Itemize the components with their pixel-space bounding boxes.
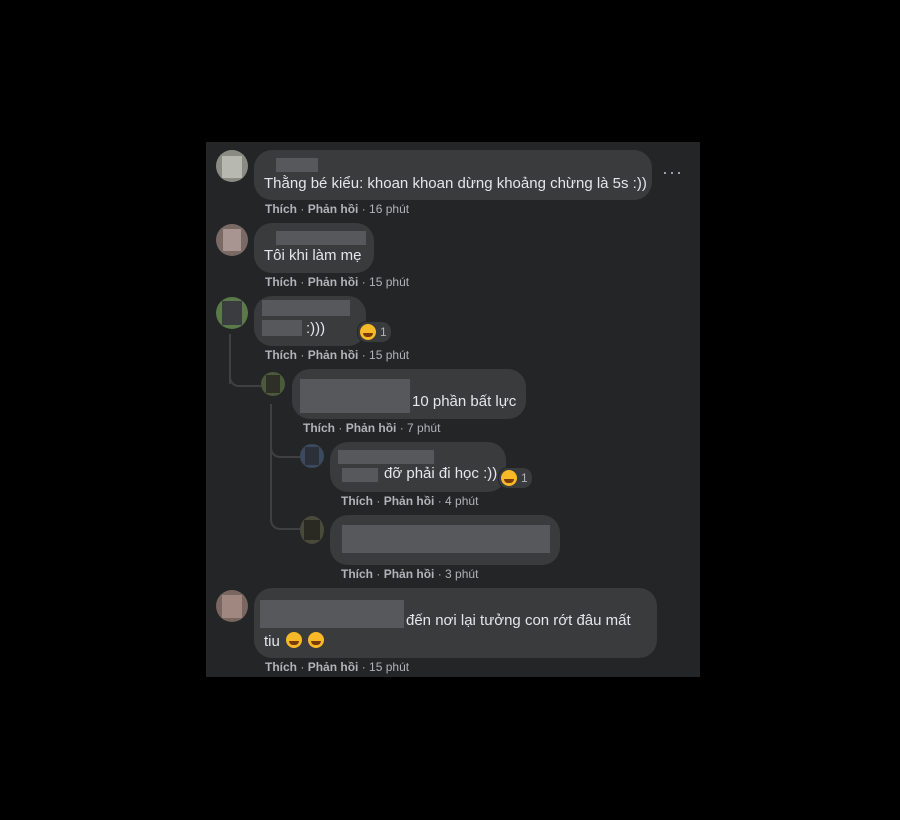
- reply-link[interactable]: Phản hồi: [384, 567, 435, 581]
- author-name-blurred[interactable]: [276, 231, 366, 245]
- like-link[interactable]: Thích: [341, 494, 373, 508]
- reaction-count: 1: [521, 471, 528, 485]
- reaction-badge[interactable]: 1: [357, 321, 392, 343]
- comment-bubble: đến nơi lại tưởng con rớt đâu mất tiu: [254, 588, 657, 658]
- comment-actions: Thích · Phản hồi · 15 phút: [265, 348, 410, 362]
- avatar[interactable]: [300, 516, 324, 544]
- comment-actions: Thích · Phản hồi · 3 phút: [341, 567, 479, 581]
- timestamp[interactable]: 15 phút: [369, 660, 409, 674]
- reaction-count: 1: [380, 325, 387, 339]
- reaction-badge[interactable]: 1: [498, 467, 533, 489]
- author-name-blurred[interactable]: [276, 158, 318, 172]
- comment-bubble: Thằng bé kiểu: khoan khoan dừng khoảng c…: [254, 150, 652, 200]
- timestamp[interactable]: 16 phút: [369, 202, 409, 216]
- comment-bubble: Tôi khi làm mẹ: [254, 223, 374, 273]
- comment-actions: Thích · Phản hồi · 16 phút: [265, 202, 410, 216]
- comment-text: Thằng bé kiểu: khoan khoan dừng khoảng c…: [264, 175, 647, 192]
- like-link[interactable]: Thích: [265, 202, 297, 216]
- like-link[interactable]: Thích: [265, 275, 297, 289]
- like-link[interactable]: Thích: [265, 348, 297, 362]
- author-name-blurred[interactable]: [262, 300, 350, 316]
- like-link[interactable]: Thích: [265, 660, 297, 674]
- comment-actions: Thích · Phản hồi · 15 phút: [265, 275, 410, 289]
- haha-reaction-icon: [501, 470, 517, 486]
- comment-text-line2: tiu: [264, 632, 325, 652]
- comment-bubble: đỡ phải đi học :)): [330, 442, 506, 492]
- avatar[interactable]: [216, 590, 248, 622]
- blurred-author-and-text[interactable]: [342, 525, 550, 553]
- comment-text: đỡ phải đi học :)): [384, 465, 498, 482]
- avatar[interactable]: [216, 297, 248, 329]
- thread-connector: [270, 506, 300, 530]
- reply-link[interactable]: Phản hồi: [308, 660, 359, 674]
- blurred-text: [262, 320, 302, 336]
- comment-bubble: [330, 515, 560, 565]
- comment-actions: Thích · Phản hồi · 4 phút: [341, 494, 479, 508]
- blurred-author-and-text[interactable]: [300, 379, 410, 413]
- reply-link[interactable]: Phản hồi: [308, 275, 359, 289]
- comment-text: 10 phần bất lực: [412, 393, 517, 410]
- comment-bubble: :))): [254, 296, 366, 346]
- avatar[interactable]: [300, 444, 324, 468]
- comment-actions: Thích · Phản hồi · 15 phút: [265, 660, 410, 674]
- reply-link[interactable]: Phản hồi: [308, 348, 359, 362]
- reply-link[interactable]: Phản hồi: [384, 494, 435, 508]
- comment-text: Tôi khi làm mẹ: [264, 247, 362, 264]
- author-name-blurred[interactable]: [338, 450, 434, 464]
- comments-panel: Thằng bé kiểu: khoan khoan dừng khoảng c…: [206, 142, 700, 677]
- rolling-laughing-emoji-icon: [286, 632, 303, 648]
- avatar[interactable]: [216, 150, 248, 182]
- timestamp[interactable]: 4 phút: [445, 494, 478, 508]
- comment-actions: Thích · Phản hồi · 7 phút: [303, 421, 441, 435]
- blurred-text: [342, 468, 378, 482]
- more-options-icon[interactable]: ···: [662, 162, 683, 183]
- rolling-laughing-emoji-icon: [308, 632, 325, 648]
- timestamp[interactable]: 15 phút: [369, 348, 409, 362]
- timestamp[interactable]: 7 phút: [407, 421, 440, 435]
- thread-line: [270, 404, 272, 519]
- like-link[interactable]: Thích: [341, 567, 373, 581]
- timestamp[interactable]: 15 phút: [369, 275, 409, 289]
- reply-link[interactable]: Phản hồi: [346, 421, 397, 435]
- reply-link[interactable]: Phản hồi: [308, 202, 359, 216]
- avatar[interactable]: [216, 224, 248, 256]
- comment-text-line1: đến nơi lại tưởng con rớt đâu mất: [406, 612, 631, 629]
- thread-connector: [270, 432, 300, 458]
- haha-reaction-icon: [360, 324, 376, 340]
- timestamp[interactable]: 3 phút: [445, 567, 478, 581]
- comment-text: :))): [306, 320, 326, 337]
- like-link[interactable]: Thích: [303, 421, 335, 435]
- blurred-author[interactable]: [260, 600, 404, 628]
- thread-connector: [229, 367, 261, 387]
- comment-bubble: 10 phần bất lực: [292, 369, 526, 419]
- avatar[interactable]: [261, 372, 285, 396]
